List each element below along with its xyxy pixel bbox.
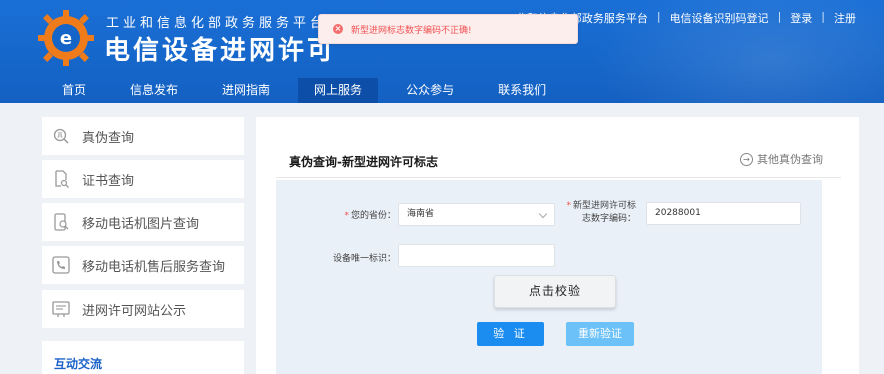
sidebar-item-label: 移动电话机售后服务查询 bbox=[82, 259, 226, 275]
nav-item-news[interactable]: 信息发布 bbox=[114, 78, 194, 103]
main-nav: 首页 信息发布 进网指南 网上服务 公众参与 联系我们 bbox=[46, 78, 574, 103]
sidebar-item-label: 真伪查询 bbox=[82, 130, 135, 146]
arrow-right-circle-icon: → bbox=[740, 152, 753, 166]
other-authenticity-query-link[interactable]: → 其他真伪查询 bbox=[740, 151, 823, 167]
sidebar-item-phone-image-query[interactable]: 移动电话机图片查询 bbox=[42, 203, 244, 241]
document-search-icon bbox=[55, 170, 69, 188]
nav-item-guide[interactable]: 进网指南 bbox=[206, 78, 286, 103]
top-link-separator: | bbox=[821, 10, 825, 23]
svg-text:e: e bbox=[60, 28, 72, 49]
top-link-device-id-register[interactable]: 电信设备识别码登记 bbox=[670, 10, 769, 26]
search-certificate-icon: 真 bbox=[53, 128, 69, 144]
reverify-button[interactable]: 重新验证 bbox=[566, 322, 634, 346]
sidebar-section-interaction: 互动交流 bbox=[42, 341, 244, 374]
code-input-value: 20288001 bbox=[655, 208, 701, 218]
province-select[interactable]: 海南省 bbox=[398, 203, 555, 226]
sidebar-section-title: 互动交流 bbox=[54, 357, 103, 371]
nav-item-online-service[interactable]: 网上服务 bbox=[298, 78, 379, 103]
sidebar-item-label: 移动电话机图片查询 bbox=[82, 216, 200, 232]
main-panel: 真伪查询-新型进网许可标志 → 其他真伪查询 bbox=[256, 117, 859, 374]
code-label: * 新型进网许可标 志数字编码： bbox=[566, 201, 636, 224]
page-title: 真伪查询-新型进网许可标志 bbox=[289, 155, 438, 169]
required-mark: * bbox=[344, 211, 349, 221]
error-toast: × 新型进网标志数字编码不正确! bbox=[318, 14, 578, 44]
nav-item-contact[interactable]: 联系我们 bbox=[482, 78, 562, 103]
phone-service-icon bbox=[52, 256, 70, 274]
sidebar-item-certificate-query[interactable]: 证书查询 bbox=[42, 160, 244, 198]
other-query-label: 其他真伪查询 bbox=[757, 153, 823, 166]
title-divider bbox=[276, 177, 841, 178]
device-id-label: 设备唯一标识： bbox=[332, 254, 396, 264]
device-id-input[interactable] bbox=[398, 244, 555, 267]
nav-item-home[interactable]: 首页 bbox=[46, 78, 102, 103]
chevron-down-icon bbox=[538, 209, 548, 219]
sidebar-item-label: 证书查询 bbox=[82, 173, 135, 189]
sidebar-item-phone-aftersales-query[interactable]: 移动电话机售后服务查询 bbox=[42, 246, 244, 284]
province-label: * 您的省份： bbox=[344, 211, 396, 221]
top-link-separator: | bbox=[656, 10, 661, 23]
verify-button[interactable]: 验 证 bbox=[477, 322, 544, 346]
error-toast-message: 新型进网标志数字编码不正确! bbox=[351, 25, 472, 36]
svg-text:真: 真 bbox=[57, 132, 63, 140]
sidebar-item-website-announcement[interactable]: 进网许可网站公示 bbox=[42, 290, 244, 328]
top-link-separator: | bbox=[777, 10, 782, 23]
province-select-value: 海南省 bbox=[407, 209, 435, 219]
error-icon: × bbox=[333, 24, 343, 34]
required-mark: * bbox=[566, 201, 571, 211]
code-input[interactable]: 20288001 bbox=[646, 202, 801, 225]
announcement-icon bbox=[52, 301, 70, 317]
site-subtitle: 工业和信息化部政务服务平台 bbox=[106, 16, 328, 31]
top-link-login[interactable]: 登录 bbox=[790, 10, 812, 26]
site-title: 电信设备进网许可 bbox=[104, 36, 337, 66]
top-link-register[interactable]: 注册 bbox=[834, 10, 856, 26]
phone-image-icon bbox=[54, 213, 69, 231]
nav-item-public-participation[interactable]: 公众参与 bbox=[390, 78, 470, 103]
captcha-verify-button[interactable]: 点击校验 bbox=[494, 275, 616, 308]
sidebar-item-label: 进网许可网站公示 bbox=[82, 303, 187, 319]
sidebar-item-authenticity-query[interactable]: 真 真伪查询 bbox=[42, 117, 244, 155]
site-logo-icon: e bbox=[38, 10, 94, 66]
